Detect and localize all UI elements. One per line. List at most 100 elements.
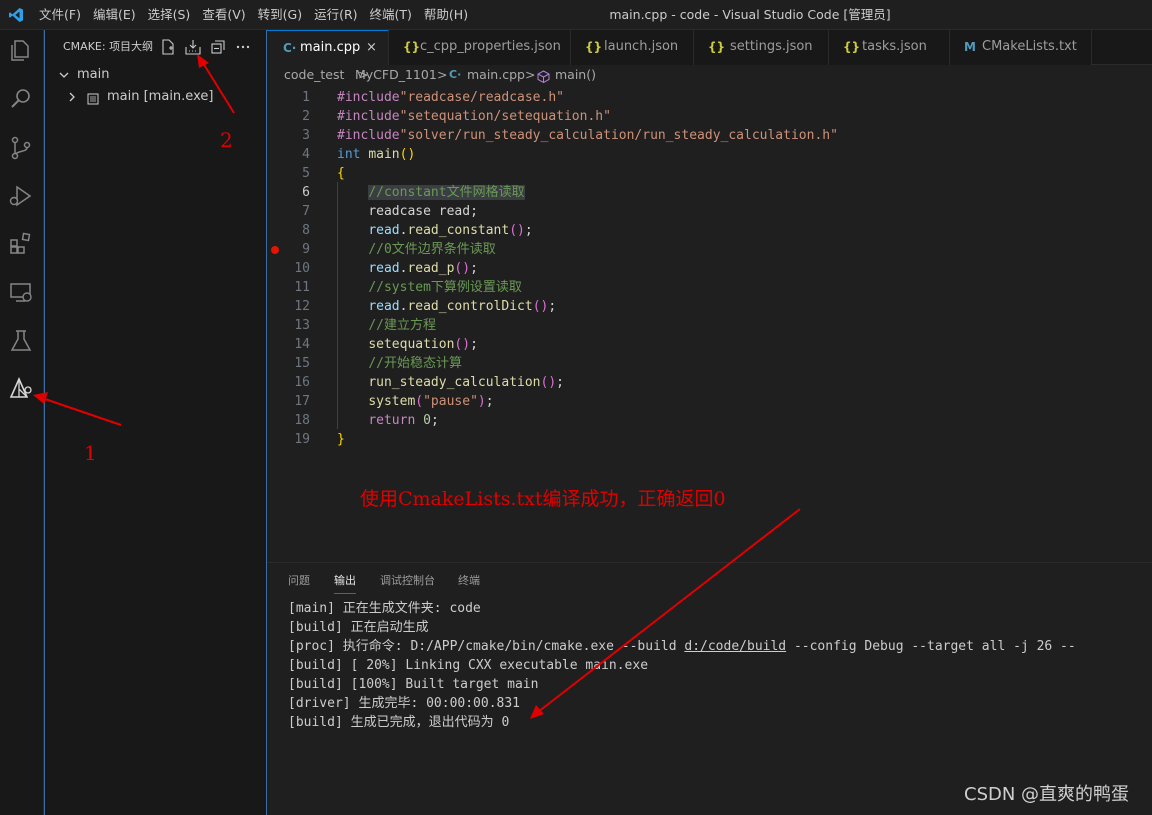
extensions-icon[interactable] bbox=[8, 231, 34, 257]
code-text: #include"setequation/setequation.h" bbox=[337, 107, 611, 126]
build-icon[interactable] bbox=[185, 39, 201, 55]
line-number: 18 bbox=[294, 413, 310, 428]
panel-tab[interactable]: 终端 bbox=[458, 568, 480, 594]
configure-file-icon[interactable] bbox=[160, 39, 176, 55]
search-icon[interactable] bbox=[8, 86, 34, 112]
code-line[interactable]: 11 //system下算例设置读取 bbox=[267, 278, 1152, 297]
menu-item[interactable]: 帮助(H) bbox=[418, 0, 474, 30]
code-text: { bbox=[337, 164, 345, 183]
code-line[interactable]: 14 setequation(); bbox=[267, 335, 1152, 354]
run-debug-icon[interactable] bbox=[8, 183, 34, 209]
code-line[interactable]: 18 return 0; bbox=[267, 411, 1152, 430]
build-path-link[interactable]: d:/code/build bbox=[684, 639, 786, 654]
cmake-icon[interactable] bbox=[8, 376, 34, 402]
code-line[interactable]: 7 readcase read; bbox=[267, 202, 1152, 221]
editor-tab[interactable]: {} c_cpp_properties.json bbox=[389, 30, 571, 65]
code-token: ; bbox=[485, 394, 494, 409]
code-text: #include"solver/run_steady_calculation/r… bbox=[337, 126, 838, 145]
editor-tab[interactable]: {} tasks.json bbox=[829, 30, 950, 65]
code-token: ; bbox=[548, 299, 557, 314]
code-line[interactable]: 16 run_steady_calculation(); bbox=[267, 373, 1152, 392]
vscode-logo-icon bbox=[9, 8, 23, 22]
breadcrumb-item[interactable]: main() bbox=[555, 65, 596, 85]
file-type-icon: {} bbox=[708, 40, 726, 54]
output-line: [build] 正在启动生成 bbox=[288, 620, 429, 635]
editor-tab[interactable]: {} settings.json bbox=[694, 30, 829, 65]
code-text: read.read_controlDict(); bbox=[337, 297, 556, 316]
menu-item[interactable]: 文件(F) bbox=[33, 0, 87, 30]
remote-explorer-icon[interactable] bbox=[8, 280, 34, 306]
line-number: 13 bbox=[294, 318, 310, 333]
output-line: [driver] 生成完毕: 00:00:00.831 bbox=[288, 696, 521, 711]
testing-icon[interactable] bbox=[8, 328, 34, 354]
menu-item[interactable]: 编辑(E) bbox=[87, 0, 142, 30]
menu-item[interactable]: 转到(G) bbox=[252, 0, 308, 30]
line-number: 9 bbox=[302, 242, 310, 257]
code-token: read_p bbox=[407, 261, 455, 276]
line-number: 10 bbox=[294, 261, 310, 276]
code-line[interactable]: 5{ bbox=[267, 164, 1152, 183]
breadcrumb-item[interactable]: main.cpp bbox=[467, 65, 525, 85]
cmake-outline-sidebar: CMAKE: 项目大纲 main main [main.exe] bbox=[44, 30, 267, 815]
code-line[interactable]: 15 //开始稳态计算 bbox=[267, 354, 1152, 373]
function-icon bbox=[537, 69, 550, 84]
code-token: () bbox=[509, 223, 525, 238]
panel-tab[interactable]: 调试控制台 bbox=[380, 568, 435, 594]
code-token: } bbox=[337, 432, 345, 447]
explorer-icon[interactable] bbox=[8, 38, 34, 64]
editor-tab[interactable]: {} launch.json bbox=[571, 30, 694, 65]
code-text: #include"readcase/readcase.h" bbox=[337, 88, 564, 107]
window-title: main.cpp - code - Visual Studio Code [管理… bbox=[609, 7, 891, 22]
code-token: read bbox=[368, 299, 400, 314]
code-line[interactable]: 10 read.read_p(); bbox=[267, 259, 1152, 278]
source-control-icon[interactable] bbox=[8, 135, 34, 161]
tree-item-main[interactable]: main bbox=[45, 64, 266, 86]
code-token: "setequation/setequation.h" bbox=[399, 109, 611, 124]
breadcrumb-item[interactable]: MyCFD_1101 bbox=[355, 65, 437, 85]
editor-tab[interactable]: M CMakeLists.txt bbox=[950, 30, 1092, 65]
tree-item-label: main bbox=[77, 67, 110, 82]
breadcrumb-item[interactable]: code_test bbox=[284, 65, 344, 85]
code-line[interactable]: 12 read.read_controlDict(); bbox=[267, 297, 1152, 316]
code-line[interactable]: 17 system("pause"); bbox=[267, 392, 1152, 411]
code-token: () bbox=[540, 375, 557, 390]
code-line[interactable]: 4 int main() bbox=[267, 145, 1152, 164]
line-number: 12 bbox=[294, 299, 310, 314]
tab-label: CMakeLists.txt bbox=[982, 39, 1077, 54]
code-token: ; bbox=[430, 413, 439, 428]
panel-tab[interactable]: 问题 bbox=[288, 568, 310, 594]
close-icon[interactable]: × bbox=[366, 31, 377, 65]
code-line[interactable]: 19} bbox=[267, 430, 1152, 449]
menu-item[interactable]: 运行(R) bbox=[308, 0, 363, 30]
code-line[interactable]: 8 read.read_constant(); bbox=[267, 221, 1152, 240]
more-actions-icon[interactable] bbox=[235, 39, 251, 55]
editor-tab[interactable]: C· main.cpp × bbox=[267, 30, 389, 65]
code-line[interactable]: 13 //建立方程 bbox=[267, 316, 1152, 335]
code-line[interactable]: 6 //constant文件网格读取 bbox=[267, 183, 1152, 202]
code-text: readcase read; bbox=[337, 202, 478, 221]
panel-tab[interactable]: 输出 bbox=[334, 568, 356, 594]
line-number: 8 bbox=[302, 223, 310, 238]
menu-item[interactable]: 查看(V) bbox=[196, 0, 251, 30]
code-line[interactable]: 2 #include"setequation/setequation.h" bbox=[267, 107, 1152, 126]
code-line[interactable]: 3 #include"solver/run_steady_calculation/… bbox=[267, 126, 1152, 145]
code-line[interactable]: 1 #include"readcase/readcase.h" bbox=[267, 88, 1152, 107]
code-token: system bbox=[368, 394, 416, 409]
code-token: //开始稳态计算 bbox=[368, 356, 462, 371]
menu-item[interactable]: 终端(T) bbox=[364, 0, 418, 30]
breadcrumb-separator: > bbox=[525, 67, 536, 82]
code-line[interactable]: 9 //0文件边界条件读取 bbox=[267, 240, 1152, 259]
tab-label: main.cpp bbox=[300, 40, 361, 55]
sidebar-header: CMAKE: 项目大纲 bbox=[45, 30, 266, 65]
collapse-all-icon[interactable] bbox=[210, 39, 226, 55]
activity-bar bbox=[0, 30, 44, 815]
tree-item-main-exe[interactable]: main [main.exe] bbox=[45, 86, 266, 108]
menu-item[interactable]: 选择(S) bbox=[142, 0, 197, 30]
code-token: //0文件边界条件读取 bbox=[368, 242, 496, 257]
code-token: ; bbox=[524, 223, 533, 238]
